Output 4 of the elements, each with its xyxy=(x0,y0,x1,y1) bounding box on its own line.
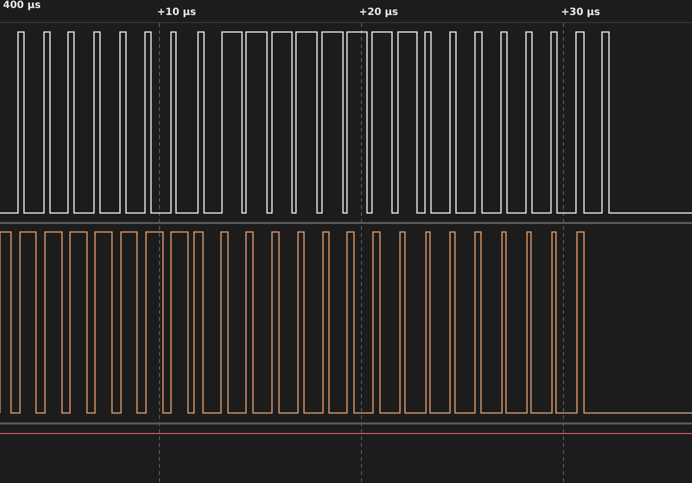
time-label: +30 µs xyxy=(561,7,600,19)
time-label: +20 µs xyxy=(359,7,398,19)
time-label: 400 µs xyxy=(3,0,41,12)
time-label: +10 µs xyxy=(157,7,196,19)
